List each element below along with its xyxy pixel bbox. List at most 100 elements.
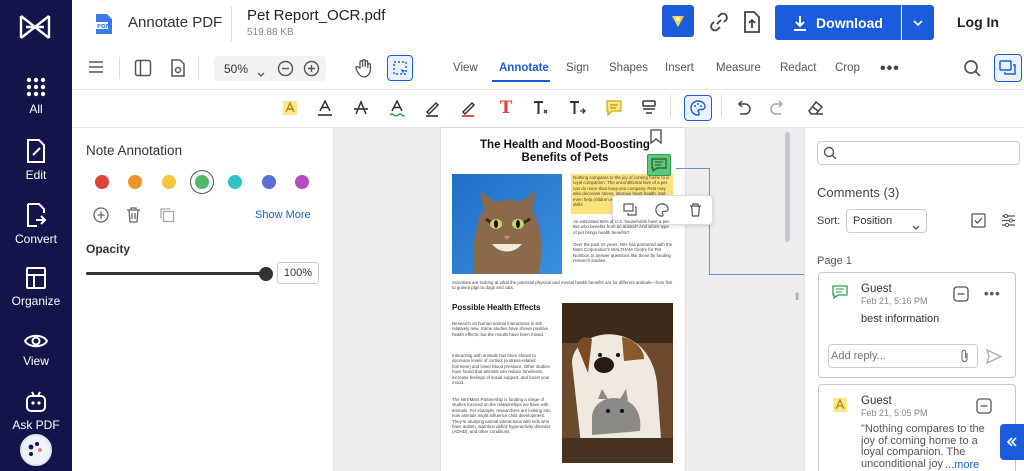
robot-icon <box>26 391 46 412</box>
pen-icon[interactable] <box>424 99 442 117</box>
highlighter-pen-icon[interactable] <box>460 99 478 117</box>
check-all-icon[interactable] <box>971 213 986 233</box>
text-callout-icon[interactable] <box>532 99 550 117</box>
zoom-out-icon[interactable] <box>277 60 294 82</box>
sidebar-toggle-icon[interactable] <box>134 59 152 82</box>
comment-date: Feb 21, 5:05 PM <box>861 408 928 418</box>
stamp-icon[interactable] <box>640 99 658 117</box>
collapse-icon[interactable] <box>953 286 969 307</box>
right-splitter-handle[interactable]: ‖ <box>795 292 799 303</box>
rail-label: View <box>23 354 49 368</box>
rail-item-all[interactable]: All <box>0 76 72 116</box>
comments-icon <box>999 60 1016 75</box>
tab-shapes[interactable]: Shapes <box>609 62 648 74</box>
connector-line <box>676 168 710 169</box>
filter-icon[interactable] <box>1001 213 1016 233</box>
select-tool-button[interactable] <box>387 55 413 81</box>
send-icon[interactable] <box>985 348 1003 369</box>
svg-text:PDF: PDF <box>97 24 110 30</box>
zoom-value[interactable]: 50% <box>224 62 248 76</box>
paragraph: Interacting with animals has been shown … <box>452 353 550 386</box>
bookmark-icon[interactable] <box>650 129 662 149</box>
opacity-label: Opacity <box>86 242 131 256</box>
trash-icon[interactable] <box>689 203 702 222</box>
more-link[interactable]: ...more <box>943 459 980 471</box>
highlight-area-icon[interactable] <box>281 99 299 117</box>
document-scrollbar[interactable] <box>783 128 791 471</box>
comment-author: Guest <box>861 283 892 295</box>
rail-item-convert[interactable]: Convert <box>0 202 72 246</box>
rail-item-organize[interactable]: Organize <box>0 266 72 308</box>
undo-icon[interactable] <box>734 99 752 117</box>
paragraph: The NIH/Mars Partnership is funding a ra… <box>452 397 551 435</box>
download-options-button[interactable] <box>902 5 934 40</box>
color-swatch[interactable] <box>261 175 276 189</box>
opacity-input[interactable]: 100% <box>277 262 319 284</box>
color-swatch[interactable] <box>194 175 209 189</box>
more-icon[interactable]: ••• <box>880 60 900 78</box>
rail-item-ask-pdf[interactable]: Ask PDF <box>0 390 72 432</box>
rail-label: Convert <box>14 232 58 246</box>
share-upload-icon[interactable] <box>742 10 762 39</box>
color-swatch[interactable] <box>95 175 109 189</box>
rail-label: Ask PDF <box>12 418 60 432</box>
organize-icon <box>26 267 46 289</box>
chevron-down-icon[interactable] <box>257 65 265 83</box>
sort-value: Position <box>853 215 893 227</box>
tab-insert[interactable]: Insert <box>665 62 694 74</box>
tab-annotate[interactable]: Annotate <box>499 62 549 74</box>
search-icon[interactable] <box>963 59 982 83</box>
paperclip-icon[interactable] <box>959 349 971 368</box>
comments-panel-toggle[interactable] <box>994 54 1022 82</box>
login-button[interactable]: Log In <box>957 14 999 30</box>
app-logo-icon[interactable] <box>18 12 52 47</box>
text-box-icon[interactable]: T <box>497 98 515 118</box>
palette-icon <box>690 100 706 116</box>
sticky-note-icon[interactable] <box>605 99 623 117</box>
file-name[interactable]: Pet Report_OCR.pdf <box>247 7 385 24</box>
comment-search-input[interactable] <box>840 144 1010 162</box>
link-icon[interactable] <box>709 12 729 37</box>
reply-input[interactable] <box>831 347 951 365</box>
collapse-panel-button[interactable] <box>1000 424 1024 460</box>
convert-icon <box>27 203 47 227</box>
typewriter-icon[interactable] <box>568 99 586 117</box>
eraser-icon[interactable] <box>806 99 824 117</box>
tab-view[interactable]: View <box>453 62 478 74</box>
download-button[interactable]: Download <box>775 5 901 40</box>
color-swatch[interactable] <box>294 175 309 189</box>
scrollbar-thumb[interactable] <box>784 132 790 242</box>
opacity-slider-track <box>86 272 266 275</box>
tab-redact[interactable]: Redact <box>780 62 816 74</box>
squiggly-icon[interactable] <box>388 99 406 117</box>
highlight-comment-icon <box>832 397 848 418</box>
ai-assistant-button[interactable] <box>662 5 694 37</box>
rail-item-edit[interactable]: Edit <box>0 138 72 182</box>
delete-color-icon[interactable] <box>126 207 141 228</box>
tab-measure[interactable]: Measure <box>716 62 761 74</box>
active-tab-indicator <box>492 80 550 82</box>
strikethrough-icon[interactable] <box>352 99 370 117</box>
rail-item-view[interactable]: View <box>0 332 72 368</box>
note-annotation-marker[interactable] <box>647 154 671 176</box>
tab-crop[interactable]: Crop <box>835 62 860 74</box>
style-palette-button[interactable] <box>684 95 712 121</box>
page-settings-icon[interactable] <box>170 59 186 82</box>
menu-icon[interactable] <box>88 60 104 79</box>
color-swatch[interactable] <box>161 175 176 189</box>
zoom-in-icon[interactable] <box>303 60 320 82</box>
copy-color-icon[interactable] <box>159 207 175 228</box>
redo-icon[interactable] <box>769 99 787 117</box>
text-underline-icon[interactable] <box>316 99 334 117</box>
more-options-icon[interactable]: ••• <box>984 286 1001 301</box>
show-more-link[interactable]: Show More <box>255 209 311 221</box>
divider <box>721 95 722 117</box>
tab-sign[interactable]: Sign <box>566 62 589 74</box>
divider <box>198 57 199 79</box>
opacity-slider-handle[interactable] <box>259 267 273 281</box>
collapse-icon[interactable] <box>976 398 992 419</box>
opacity-slider-fill <box>86 272 266 275</box>
add-color-icon[interactable] <box>93 207 109 228</box>
palette-icon[interactable] <box>20 434 52 466</box>
hand-tool-icon[interactable] <box>354 58 374 83</box>
